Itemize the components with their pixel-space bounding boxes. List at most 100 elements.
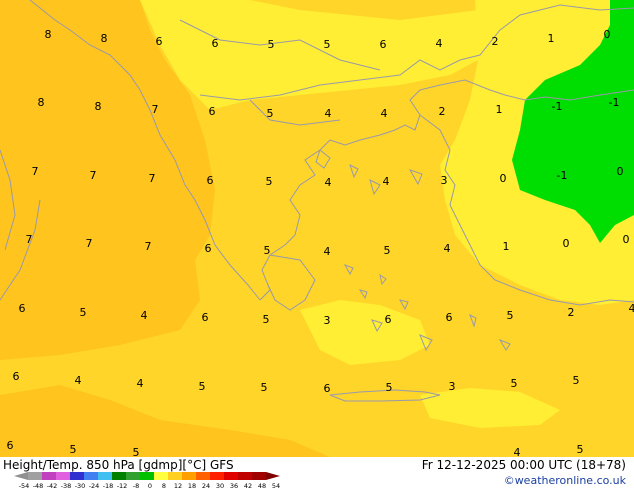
temperature-value-label: 7	[152, 103, 159, 116]
temperature-value-label: -1	[609, 96, 620, 109]
scale-tick-label: -54	[19, 482, 30, 490]
temperature-value-label: 5	[263, 313, 270, 326]
temperature-value-label: 6	[156, 35, 163, 48]
scale-tick-label: 36	[230, 482, 238, 490]
scale-color-swatch	[140, 472, 154, 480]
temperature-value-label: 0	[500, 172, 507, 185]
scale-color-swatch	[126, 472, 140, 480]
temperature-value-label: 0	[617, 165, 624, 178]
scale-tick-label: 30	[216, 482, 224, 490]
temperature-value-label: 2	[492, 35, 499, 48]
temperature-value-label: 5	[264, 244, 271, 257]
temperature-value-label: 5	[577, 443, 584, 456]
temperature-value-label: 3	[324, 314, 331, 327]
temperature-value-label: 5	[268, 38, 275, 51]
scale-tick-label: -12	[117, 482, 128, 490]
temperature-value-label: 5	[266, 175, 273, 188]
temperature-value-label: 6	[380, 38, 387, 51]
temperature-value-label: 5	[80, 306, 87, 319]
scale-color-swatch	[196, 472, 210, 480]
temperature-value-label: 4	[141, 309, 148, 322]
temperature-value-label: 4	[436, 37, 443, 50]
scale-tick-label: -42	[47, 482, 58, 490]
scale-tick-label: 42	[244, 482, 252, 490]
temperature-value-label: 5	[261, 381, 268, 394]
temperature-value-label: -1	[557, 169, 568, 182]
scale-color-swatch	[182, 472, 196, 480]
temperature-value-label: 3	[449, 380, 456, 393]
temperature-value-label: 6	[324, 382, 331, 395]
source-credit-link[interactable]: ©weatheronline.co.uk	[504, 474, 626, 487]
temperature-value-label: 2	[568, 306, 575, 319]
temperature-value-label: 6	[207, 174, 214, 187]
scale-tick-label: -38	[61, 482, 72, 490]
temperature-value-label: 6	[212, 37, 219, 50]
map-canvas: 8 8 6 6 5 5 6 4 2 1 0 8 8 7 6 5 4 4 2 1 -1 -1 7 7 7 6 5 4 4 3 0 -1 0 7 7 7 6…	[0, 0, 634, 457]
temperature-value-label: 1	[496, 103, 503, 116]
temperature-value-label: 6	[205, 242, 212, 255]
scale-color-swatch	[56, 472, 70, 480]
scale-tick-label: 48	[258, 482, 266, 490]
temperature-map: 8 8 6 6 5 5 6 4 2 1 0 8 8 7 6 5 4 4 2 1 -1 -1 7 7 7 6 5 4 4 3 0 -1 0 7 7 7 6…	[0, 0, 634, 457]
temperature-value-label: 1	[503, 240, 510, 253]
temperature-value-label: 6	[209, 105, 216, 118]
temperature-value-label: 5	[199, 380, 206, 393]
scale-tick-label: -24	[89, 482, 100, 490]
scale-color-swatch	[14, 472, 28, 480]
temperature-value-label: 4	[325, 176, 332, 189]
scale-tick-label: -30	[75, 482, 86, 490]
temperature-value-label: 5	[267, 107, 274, 120]
temperature-value-label: 6	[19, 302, 26, 315]
scale-color-swatch	[168, 472, 182, 480]
temperature-value-label: 4	[137, 377, 144, 390]
valid-datetime: Fr 12-12-2025 00:00 UTC (18+78)	[421, 458, 626, 472]
scale-tick-label: 8	[162, 482, 166, 490]
temperature-value-label: 7	[90, 169, 97, 182]
temperature-value-label: 4	[383, 175, 390, 188]
temperature-value-label: 1	[548, 32, 555, 45]
temperature-value-label: 5	[384, 244, 391, 257]
scale-color-swatch	[98, 472, 112, 480]
temperature-value-label: 4	[629, 302, 634, 315]
temperature-value-label: 7	[145, 240, 152, 253]
scale-color-swatch	[266, 472, 280, 480]
temperature-value-label: 7	[26, 233, 33, 246]
scale-color-swatch	[224, 472, 238, 480]
scale-tick-label: -48	[33, 482, 44, 490]
scale-color-swatch	[42, 472, 56, 480]
scale-tick-label: -8	[133, 482, 139, 490]
scale-tick-label: 18	[188, 482, 196, 490]
scale-color-swatch	[28, 472, 42, 480]
temperature-value-label: 8	[45, 28, 52, 41]
temperature-value-label: 4	[75, 374, 82, 387]
temperature-value-label: 5	[70, 443, 77, 456]
temperature-value-label: 6	[202, 311, 209, 324]
temperature-value-label: 5	[324, 38, 331, 51]
temperature-value-label: 8	[101, 32, 108, 45]
scale-color-swatch	[154, 472, 168, 480]
temperature-value-label: 0	[623, 233, 630, 246]
scale-tick-label: 24	[202, 482, 210, 490]
map-title: Height/Temp. 850 hPa [gdmp][°C] GFS	[3, 458, 234, 472]
scale-color-swatch	[70, 472, 84, 480]
temperature-value-label: 7	[32, 165, 39, 178]
temperature-value-label: 6	[7, 439, 14, 452]
temperature-value-label: -1	[552, 100, 563, 113]
temperature-value-label: 6	[446, 311, 453, 324]
scale-color-swatch	[252, 472, 266, 480]
temperature-value-label: 7	[86, 237, 93, 250]
temperature-value-label: 4	[325, 107, 332, 120]
temperature-value-label: 0	[563, 237, 570, 250]
temperature-value-label: 6	[13, 370, 20, 383]
scale-color-swatch	[238, 472, 252, 480]
temperature-value-label: 2	[439, 105, 446, 118]
temperature-value-label: 5	[573, 374, 580, 387]
temperature-value-label: 8	[38, 96, 45, 109]
temperature-value-label: 8	[95, 100, 102, 113]
temperature-value-label: 7	[149, 172, 156, 185]
temperature-value-label: 5	[507, 309, 514, 322]
color-scale-legend: -54 -48 -42 -38 -30 -24 -18 -12 -8 0 8 12 18 24 30 36 42…	[14, 472, 280, 490]
temperature-value-label: 4	[444, 242, 451, 255]
map-footer: Height/Temp. 850 hPa [gdmp][°C] GFS Fr 1…	[0, 457, 634, 490]
scale-tick-label: 0	[148, 482, 152, 490]
